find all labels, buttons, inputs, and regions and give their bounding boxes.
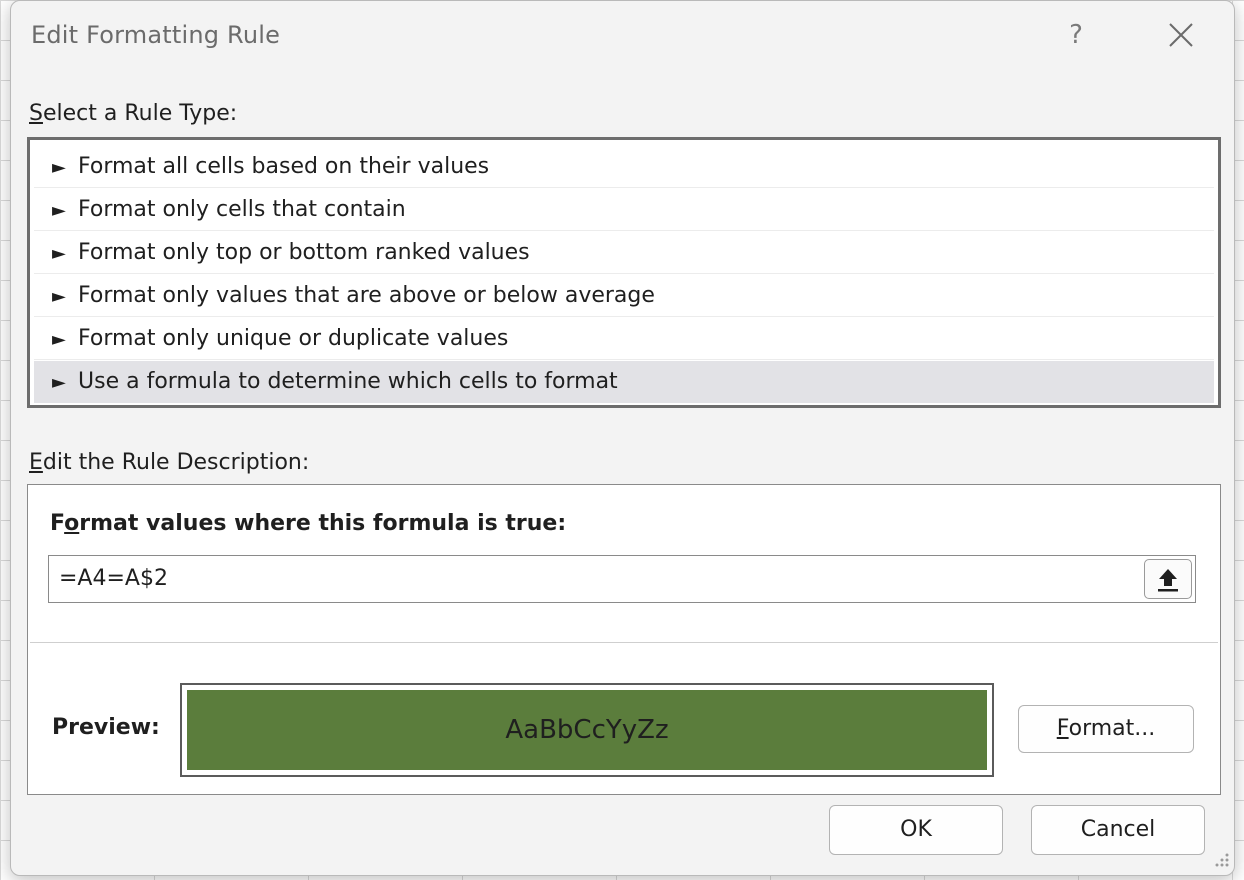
edit-rule-description-label: Edit the Rule Description: xyxy=(29,450,309,475)
format-button[interactable]: Format... xyxy=(1018,705,1194,753)
bullet-arrow-icon: ► xyxy=(52,286,66,307)
rule-type-item[interactable]: ► Format only top or bottom ranked values xyxy=(34,232,1214,274)
preview-frame: AaBbCcYyZz xyxy=(180,683,994,777)
edit-formatting-rule-dialog: Edit Formatting Rule ? Select a Rule Typ… xyxy=(10,0,1235,876)
rule-type-item[interactable]: ► Format only cells that contain xyxy=(34,189,1214,231)
bullet-arrow-icon: ► xyxy=(52,200,66,221)
select-rule-type-label: Select a Rule Type: xyxy=(29,101,237,126)
formula-input[interactable]: =A4=A$2 xyxy=(48,555,1196,603)
accelerator-e: E xyxy=(29,450,43,475)
rule-type-item[interactable]: ► Format only values that are above or be… xyxy=(34,275,1214,317)
heading-text: rmat values where this formula is true: xyxy=(79,511,567,536)
resize-grip-icon[interactable] xyxy=(1209,847,1231,869)
accelerator-f: F xyxy=(1056,716,1069,741)
rule-type-label: Format all cells based on their values xyxy=(78,154,490,179)
accelerator-s: S xyxy=(29,101,43,126)
rule-type-item[interactable]: ► Format only unique or duplicate values xyxy=(34,318,1214,360)
rule-description-panel: Format values where this formula is true… xyxy=(27,484,1221,795)
button-text: ormat... xyxy=(1068,716,1156,741)
rule-type-label: Format only cells that contain xyxy=(78,197,406,222)
rule-type-item[interactable]: ► Format all cells based on their values xyxy=(34,146,1214,188)
preview-label: Preview: xyxy=(52,715,160,740)
dialog-title: Edit Formatting Rule xyxy=(31,21,281,49)
cancel-button[interactable]: Cancel xyxy=(1031,805,1205,855)
accelerator-o: o xyxy=(64,511,80,536)
label-text: dit the Rule Description: xyxy=(42,450,310,475)
rule-type-item-selected[interactable]: ► Use a formula to determine which cells … xyxy=(34,361,1214,403)
formula-heading: Format values where this formula is true… xyxy=(50,511,566,536)
ok-button[interactable]: OK xyxy=(829,805,1003,855)
rule-type-label: Use a formula to determine which cells t… xyxy=(78,369,618,394)
bullet-arrow-icon: ► xyxy=(52,157,66,178)
rule-type-label: Format only unique or duplicate values xyxy=(78,326,509,351)
label-text: elect a Rule Type: xyxy=(42,101,238,126)
close-button[interactable] xyxy=(1159,15,1203,55)
bullet-arrow-icon: ► xyxy=(52,329,66,350)
collapse-dialog-button[interactable] xyxy=(1144,559,1192,599)
help-button[interactable]: ? xyxy=(1059,15,1093,55)
divider xyxy=(30,642,1218,643)
rule-type-label: Format only values that are above or bel… xyxy=(78,283,655,308)
rule-type-label: Format only top or bottom ranked values xyxy=(78,240,530,265)
rule-type-list[interactable]: ► Format all cells based on their values … xyxy=(27,137,1221,408)
heading-text: F xyxy=(50,511,65,536)
close-icon xyxy=(1169,23,1193,47)
preview-sample: AaBbCcYyZz xyxy=(187,690,987,770)
collapse-dialog-icon xyxy=(1158,569,1178,592)
bullet-arrow-icon: ► xyxy=(52,243,66,264)
bullet-arrow-icon: ► xyxy=(52,372,66,393)
